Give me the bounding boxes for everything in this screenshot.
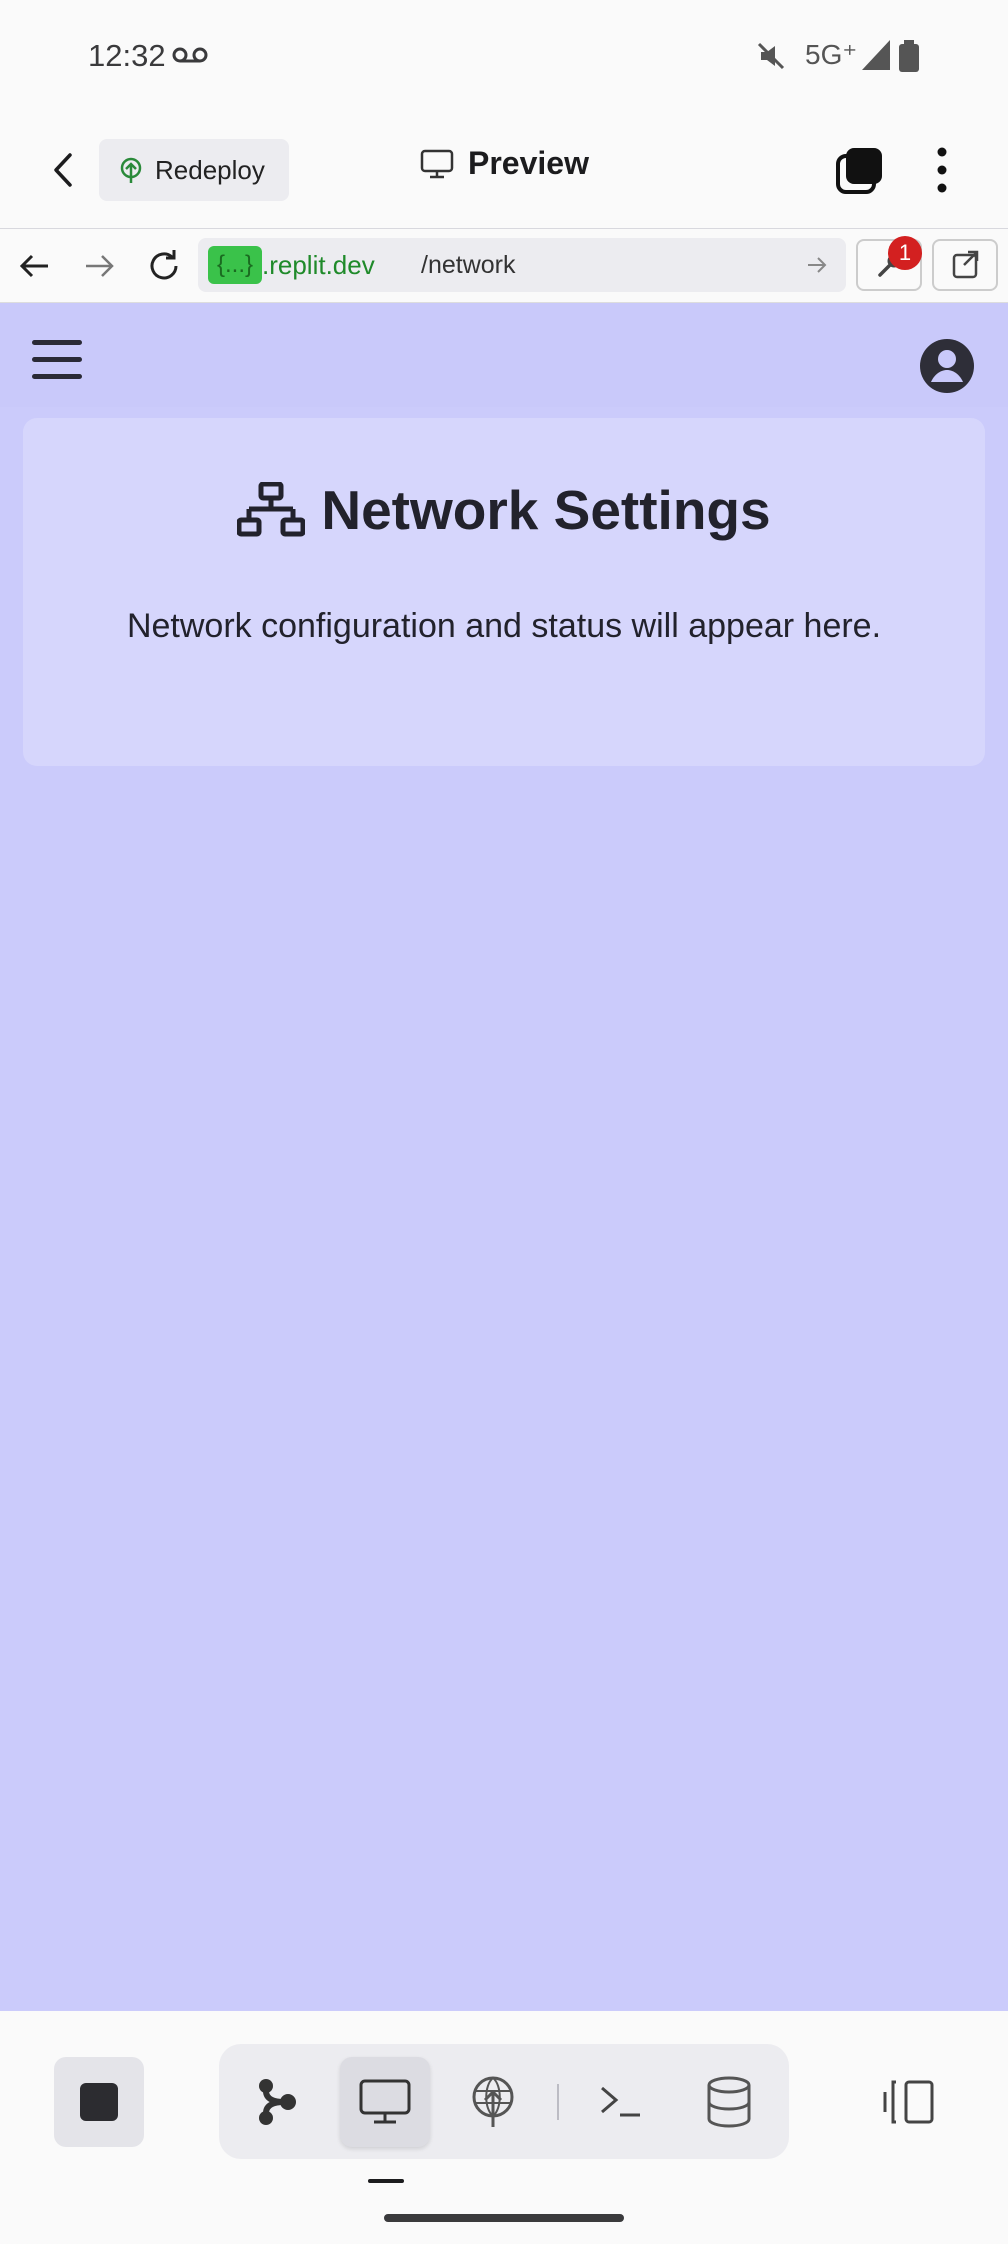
agent-icon	[259, 2079, 296, 2125]
voicemail-icon	[172, 44, 208, 71]
status-time: 12:32	[88, 38, 166, 73]
shell-button[interactable]	[576, 2057, 666, 2147]
split-view-button[interactable]	[864, 2057, 954, 2147]
notification-badge: 1	[888, 236, 922, 270]
stop-button[interactable]	[54, 2057, 144, 2147]
tabs-button[interactable]	[832, 142, 888, 198]
go-arrow-icon[interactable]	[804, 252, 830, 283]
reload-icon	[150, 250, 178, 280]
preview-tool-button[interactable]	[340, 2057, 430, 2147]
tabs-icon	[836, 148, 882, 194]
arrow-left-icon	[19, 254, 48, 278]
split-view-icon	[883, 2080, 934, 2124]
deploy-icon	[120, 157, 142, 183]
battery-icon	[898, 40, 920, 77]
site-navbar	[0, 303, 1008, 407]
card-description: Network configuration and status will ap…	[126, 607, 882, 645]
monitor-icon	[359, 2079, 411, 2124]
agent-button[interactable]	[232, 2057, 322, 2147]
open-external-button[interactable]	[932, 239, 998, 291]
card-title-text: Network Settings	[321, 479, 771, 541]
mute-icon	[755, 40, 787, 77]
toolbar-divider	[557, 2084, 559, 2120]
url-badge: {...}	[208, 246, 262, 284]
preview-title-label: Preview	[468, 145, 589, 181]
url-path[interactable]: /network	[421, 251, 515, 280]
home-indicator[interactable]	[384, 2214, 624, 2222]
deploy-icon	[472, 2076, 514, 2127]
nav-forward-button[interactable]	[80, 246, 120, 291]
shell-icon	[601, 2086, 640, 2117]
network-icon	[237, 482, 306, 537]
url-domain: .replit.dev	[262, 250, 375, 280]
signal-icon	[862, 40, 890, 75]
nav-back-button[interactable]	[14, 246, 54, 291]
network-settings-card	[23, 418, 985, 766]
user-avatar-icon[interactable]	[919, 338, 975, 394]
chevron-left-icon	[54, 153, 72, 187]
redeploy-label: Redeploy	[155, 154, 265, 185]
menu-bar	[32, 374, 82, 379]
card-title: Network Settings	[0, 478, 1008, 542]
more-options-button[interactable]	[922, 142, 962, 198]
database-button[interactable]	[684, 2057, 774, 2147]
menu-bar	[32, 357, 82, 362]
back-button[interactable]	[38, 142, 88, 198]
active-tab-indicator	[368, 2179, 404, 2183]
external-link-icon	[952, 250, 979, 279]
redeploy-button[interactable]: Redeploy	[99, 139, 289, 201]
deploy-tool-button[interactable]	[448, 2057, 538, 2147]
monitor-icon	[420, 149, 454, 178]
database-icon	[707, 2076, 751, 2128]
reload-button[interactable]	[144, 246, 184, 291]
stop-icon	[80, 2083, 118, 2121]
menu-icon[interactable]	[32, 340, 82, 384]
menu-bar	[32, 340, 82, 345]
preview-title: Preview	[420, 145, 589, 182]
network-type: 5G⁺	[805, 39, 858, 70]
arrow-right-icon	[86, 255, 114, 277]
more-vertical-icon	[937, 147, 947, 193]
